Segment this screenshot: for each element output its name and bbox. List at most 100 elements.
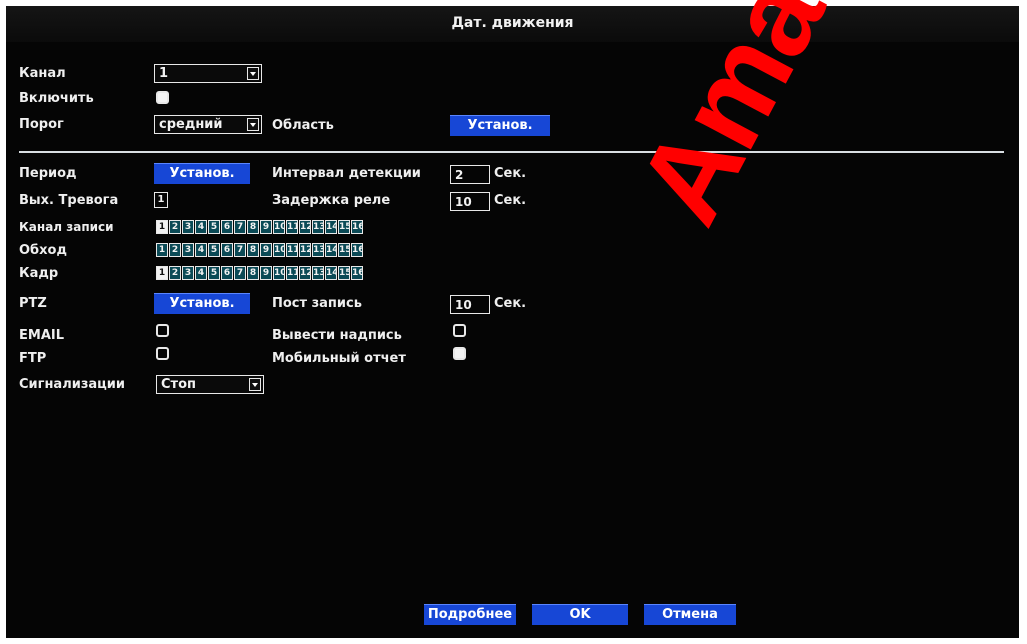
ptz-set-button[interactable]: Установ. [154,293,250,314]
record-channel-channel-toggle-11[interactable]: 11 [286,220,298,234]
threshold-value: средний [159,117,223,132]
record-channel-channel-toggle-15[interactable]: 15 [338,220,350,234]
tour-channel-toggle-11[interactable]: 11 [286,243,298,257]
post-record-input[interactable]: 10 [450,295,490,314]
relay-delay-value: 10 [455,195,472,209]
enable-label: Включить [19,91,94,106]
record-channel-channel-toggle-9[interactable]: 9 [260,220,272,234]
relay-delay-label: Задержка реле [272,193,391,208]
record-channel-channel-toggle-2[interactable]: 2 [169,220,181,234]
area-label: Область [272,118,334,133]
detect-interval-value: 2 [455,168,464,182]
snapshot-channel-toggle-11[interactable]: 11 [286,266,298,280]
ftp-checkbox[interactable] [156,347,169,360]
snapshot-channel-grid: 12345678910111213141516 [156,266,363,280]
enable-checkbox[interactable] [156,91,169,104]
snapshot-channel-toggle-14[interactable]: 14 [325,266,337,280]
snapshot-channel-toggle-4[interactable]: 4 [195,266,207,280]
tour-channel-toggle-15[interactable]: 15 [338,243,350,257]
snapshot-channel-toggle-3[interactable]: 3 [182,266,194,280]
snapshot-channel-toggle-8[interactable]: 8 [247,266,259,280]
record-channel-channel-toggle-8[interactable]: 8 [247,220,259,234]
tour-channel-toggle-7[interactable]: 7 [234,243,246,257]
snapshot-channel-toggle-13[interactable]: 13 [312,266,324,280]
threshold-label: Порог [19,117,64,132]
snapshot-channel-toggle-5[interactable]: 5 [208,266,220,280]
detect-interval-label: Интервал детекции [272,166,421,181]
record-channel-channel-toggle-10[interactable]: 10 [273,220,285,234]
record-channel-label: Канал записи [19,220,114,234]
tour-channel-grid: 12345678910111213141516 [156,243,363,257]
snapshot-channel-toggle-15[interactable]: 15 [338,266,350,280]
buzzer-value: Стоп [161,377,196,392]
record-channel-channel-toggle-1[interactable]: 1 [156,220,168,234]
threshold-select[interactable]: средний [154,115,262,134]
detect-interval-unit: Сек. [494,166,527,181]
snapshot-label: Кадр [19,266,59,281]
mobile-report-label: Мобильный отчет [272,351,406,366]
buzzer-label: Сигнализации [19,377,126,392]
cancel-button[interactable]: Отмена [644,604,736,625]
section-divider [19,151,1004,153]
area-set-button[interactable]: Установ. [450,115,550,136]
record-channel-channel-toggle-14[interactable]: 14 [325,220,337,234]
post-record-unit: Сек. [494,296,527,311]
snapshot-channel-toggle-1[interactable]: 1 [156,266,168,280]
snapshot-channel-toggle-16[interactable]: 16 [351,266,363,280]
tour-label: Обход [19,243,67,258]
channel-select[interactable]: 1 [154,64,262,83]
chevron-down-icon[interactable] [247,118,259,131]
post-record-value: 10 [455,298,472,312]
alarm-out-label: Вых. Тревога [19,193,119,208]
tour-channel-toggle-5[interactable]: 5 [208,243,220,257]
tour-channel-toggle-1[interactable]: 1 [156,243,168,257]
advanced-button[interactable]: Подробнее [424,604,516,625]
snapshot-channel-toggle-7[interactable]: 7 [234,266,246,280]
email-checkbox[interactable] [156,324,169,337]
record-channel-channel-toggle-6[interactable]: 6 [221,220,233,234]
record-channel-channel-toggle-3[interactable]: 3 [182,220,194,234]
period-set-button[interactable]: Установ. [154,163,250,184]
period-label: Период [19,166,77,181]
ptz-label: PTZ [19,296,47,311]
tour-channel-toggle-14[interactable]: 14 [325,243,337,257]
email-label: EMAIL [19,328,64,343]
post-record-label: Пост запись [272,296,362,311]
snapshot-channel-toggle-2[interactable]: 2 [169,266,181,280]
show-message-label: Вывести надпись [272,328,402,343]
tour-channel-toggle-2[interactable]: 2 [169,243,181,257]
page-title: Дат. движения [451,15,574,31]
record-channel-channel-toggle-7[interactable]: 7 [234,220,246,234]
buzzer-select[interactable]: Стоп [156,375,264,394]
chevron-down-icon[interactable] [247,67,259,80]
record-channel-channel-toggle-16[interactable]: 16 [351,220,363,234]
snapshot-channel-toggle-6[interactable]: 6 [221,266,233,280]
tour-channel-toggle-13[interactable]: 13 [312,243,324,257]
relay-delay-input[interactable]: 10 [450,192,490,211]
tour-channel-toggle-16[interactable]: 16 [351,243,363,257]
snapshot-channel-toggle-9[interactable]: 9 [260,266,272,280]
detect-interval-input[interactable]: 2 [450,165,490,184]
tour-channel-toggle-12[interactable]: 12 [299,243,311,257]
show-message-checkbox[interactable] [453,324,466,337]
record-channel-grid: 12345678910111213141516 [156,220,363,234]
tour-channel-toggle-9[interactable]: 9 [260,243,272,257]
tour-channel-toggle-10[interactable]: 10 [273,243,285,257]
record-channel-channel-toggle-5[interactable]: 5 [208,220,220,234]
record-channel-channel-toggle-12[interactable]: 12 [299,220,311,234]
record-channel-channel-toggle-13[interactable]: 13 [312,220,324,234]
tour-channel-toggle-3[interactable]: 3 [182,243,194,257]
tour-channel-toggle-6[interactable]: 6 [221,243,233,257]
tour-channel-toggle-8[interactable]: 8 [247,243,259,257]
ftp-label: FTP [19,351,47,366]
chevron-down-icon[interactable] [249,378,261,391]
snapshot-channel-toggle-12[interactable]: 12 [299,266,311,280]
mobile-report-checkbox[interactable] [453,347,466,360]
tour-channel-toggle-4[interactable]: 4 [195,243,207,257]
alarm-out-channel[interactable]: 1 [154,192,168,208]
channel-value: 1 [159,66,169,81]
record-channel-channel-toggle-4[interactable]: 4 [195,220,207,234]
snapshot-channel-toggle-10[interactable]: 10 [273,266,285,280]
ok-button[interactable]: OK [532,604,628,625]
dvr-screen: Дат. движения Канал 1 Включить Порог сре… [6,6,1019,638]
